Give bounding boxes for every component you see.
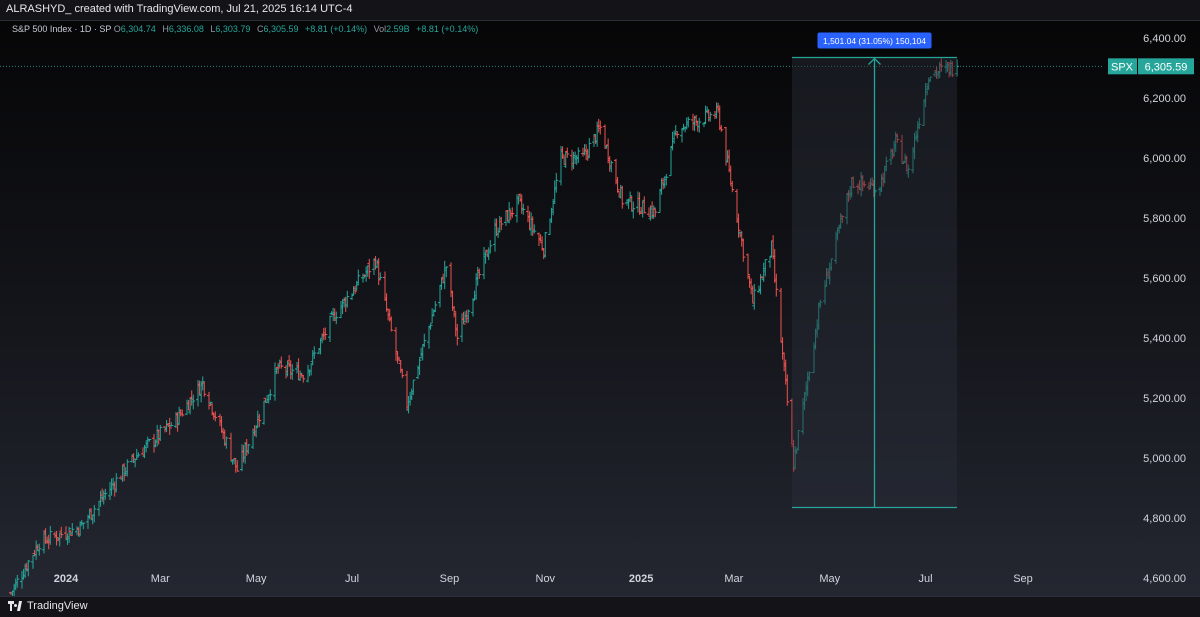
x-tick-label: Sep: [1013, 573, 1033, 585]
price-chart[interactable]: 4,600.00 4,800.00 5,000.00 5,200.00 5,400.00…: [0, 0, 1200, 616]
ohlc-bar: [669, 145, 673, 177]
y-tick-label: 5,400.00: [1143, 333, 1186, 345]
x-tick-label: Jul: [345, 573, 359, 585]
ohlc-bar: [207, 391, 211, 410]
ohlc-bar: [746, 253, 750, 280]
ohlc-bar: [785, 374, 790, 406]
symbol-tag-label: SPX: [1111, 61, 1134, 73]
y-tick-label: 4,600.00: [1143, 573, 1186, 585]
y-tick-label: 5,800.00: [1143, 213, 1186, 225]
last-price-value: 6,305.59: [1145, 61, 1188, 73]
ohlc-bar: [488, 240, 493, 253]
ohlc-bar: [779, 287, 783, 343]
tradingview-logo: TradingView: [8, 600, 88, 612]
overlays: SPX 6,305.59 1,501.04 (31.05%) 150,104: [0, 32, 1194, 509]
y-tick-label: 6,400.00: [1143, 33, 1186, 45]
ohlc-bar: [229, 432, 233, 461]
ohlc-bar: [262, 400, 266, 425]
x-tick-label: May: [819, 573, 840, 585]
measure-label: 1,501.04 (31.05%) 150,104: [823, 36, 926, 46]
y-tick-label: 6,200.00: [1143, 93, 1186, 105]
x-tick-label: 2025: [629, 573, 653, 585]
ohlc-bar: [31, 554, 35, 569]
x-tick-label: Jul: [919, 573, 933, 585]
y-tick-label: 6,000.00: [1143, 153, 1186, 165]
ohlc-bar: [422, 333, 427, 348]
y-tick-label: 5,600.00: [1143, 273, 1186, 285]
ohlc-bar: [81, 522, 86, 530]
x-tick-label: May: [246, 573, 267, 585]
tradingview-logo-icon: [8, 601, 22, 611]
x-tick-label: Sep: [440, 573, 460, 585]
y-tick-label: 4,800.00: [1143, 513, 1186, 525]
x-tick-label: Mar: [724, 573, 743, 585]
x-tick-label: Mar: [151, 573, 170, 585]
ohlc-bar: [471, 298, 475, 317]
ohlc-bar: [328, 315, 332, 342]
footer-bar: TradingView: [0, 596, 1200, 617]
x-tick-label: Nov: [536, 573, 556, 585]
y-tick-label: 5,200.00: [1143, 393, 1186, 405]
ohlc-bar: [433, 301, 438, 312]
axes: 4,600.00 4,800.00 5,000.00 5,200.00 5,400.00…: [54, 33, 1186, 585]
y-tick-label: 5,000.00: [1143, 453, 1186, 465]
x-tick-label: 2024: [54, 573, 79, 585]
brand-name: TradingView: [27, 600, 88, 612]
